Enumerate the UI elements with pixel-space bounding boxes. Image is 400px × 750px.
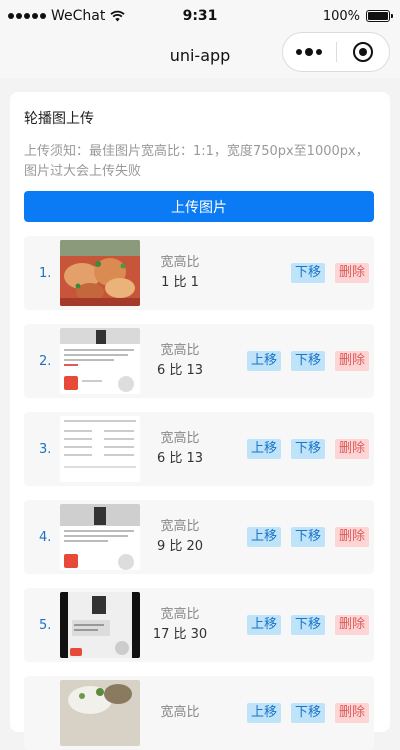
ratio-value: 9 比 20 xyxy=(156,539,204,554)
list-item: 宽高比 上移 下移 删除 xyxy=(24,676,374,750)
item-ratio: 宽高比 9 比 20 xyxy=(140,517,220,557)
item-index: 2. xyxy=(39,353,52,369)
ratio-value: 6 比 13 xyxy=(156,363,204,378)
item-ratio: 宽高比 1 比 1 xyxy=(140,253,220,293)
item-actions: 上移 下移 删除 xyxy=(246,703,369,723)
upload-notice: 上传须知：最佳图片宽高比：1:1，宽度750px至1000px，图片过大会上传失… xyxy=(24,144,369,179)
move-down-button[interactable]: 下移 xyxy=(290,527,325,547)
signal-icon xyxy=(8,13,46,19)
more-button[interactable] xyxy=(283,33,336,71)
ratio-value: 1 比 1 xyxy=(161,275,199,290)
item-thumbnail[interactable] xyxy=(60,592,140,658)
list-item: 3. 宽高比 6 比 13 上移 下移 删除 xyxy=(24,412,374,486)
close-target-icon xyxy=(352,42,373,62)
move-down-button[interactable]: 下移 xyxy=(290,703,325,723)
carrier-label: WeChat xyxy=(51,8,106,24)
delete-button[interactable]: 删除 xyxy=(334,703,369,723)
wifi-icon xyxy=(110,10,125,22)
move-up-button[interactable]: 上移 xyxy=(246,703,281,723)
ratio-value: 17 比 30 xyxy=(152,627,208,642)
move-down-button[interactable]: 下移 xyxy=(290,351,325,371)
upload-image-button[interactable]: 上传图片 xyxy=(24,191,374,222)
delete-button[interactable]: 删除 xyxy=(334,615,369,635)
list-item: 4. 宽高比 9 比 20 上移 下移 删除 xyxy=(24,500,374,574)
move-up-button[interactable]: 上移 xyxy=(246,439,281,459)
item-thumbnail[interactable] xyxy=(60,680,140,746)
item-actions: 下移 删除 xyxy=(290,263,369,283)
delete-button[interactable]: 删除 xyxy=(334,351,369,371)
battery-fill xyxy=(368,12,388,20)
item-index: 5. xyxy=(39,617,52,633)
ratio-label: 宽高比 xyxy=(160,705,200,720)
item-ratio: 宽高比 6 比 13 xyxy=(140,429,220,469)
item-thumbnail[interactable] xyxy=(60,328,140,394)
item-index: 3. xyxy=(39,441,52,457)
status-bar: WeChat 9:31 100% xyxy=(0,0,400,32)
status-right: 100% xyxy=(322,8,393,24)
ratio-label: 宽高比 xyxy=(160,607,200,622)
item-ratio: 宽高比 6 比 13 xyxy=(140,341,220,381)
item-index: 1. xyxy=(39,265,52,281)
move-up-button[interactable]: 上移 xyxy=(246,527,281,547)
mini-program-capsule xyxy=(282,32,390,72)
move-down-button[interactable]: 下移 xyxy=(290,615,325,635)
list-item: 5. 宽高比 17 比 30 上移 下移 删除 xyxy=(24,588,374,662)
delete-button[interactable]: 删除 xyxy=(334,527,369,547)
item-actions: 上移 下移 删除 xyxy=(246,527,369,547)
item-thumbnail[interactable] xyxy=(60,504,140,570)
move-down-button[interactable]: 下移 xyxy=(290,439,325,459)
item-actions: 上移 下移 删除 xyxy=(246,439,369,459)
ratio-label: 宽高比 xyxy=(160,431,200,446)
upload-card: 轮播图上传 上传须知：最佳图片宽高比：1:1，宽度750px至1000px，图片… xyxy=(10,92,390,750)
move-down-button[interactable]: 下移 xyxy=(290,263,325,283)
item-ratio: 宽高比 17 比 30 xyxy=(140,605,220,645)
item-thumbnail[interactable] xyxy=(60,416,140,482)
image-list: 1. 宽高比 1 比 1 下移 删除 2. 宽高比 6 比 13 上移 下移 删… xyxy=(24,236,376,750)
ratio-label: 宽高比 xyxy=(160,343,200,358)
list-item: 2. 宽高比 6 比 13 上移 下移 删除 xyxy=(24,324,374,398)
battery-icon xyxy=(366,10,393,22)
ratio-label: 宽高比 xyxy=(160,255,200,270)
status-left: WeChat xyxy=(8,8,125,24)
battery-percent: 100% xyxy=(322,8,360,24)
ratio-value: 6 比 13 xyxy=(156,451,204,466)
item-actions: 上移 下移 删除 xyxy=(246,351,369,371)
delete-button[interactable]: 删除 xyxy=(334,439,369,459)
ratio-label: 宽高比 xyxy=(160,519,200,534)
list-item: 1. 宽高比 1 比 1 下移 删除 xyxy=(24,236,374,310)
page-title: uni-app xyxy=(169,45,231,65)
item-actions: 上移 下移 删除 xyxy=(246,615,369,635)
item-thumbnail[interactable] xyxy=(60,240,140,306)
item-index: 4. xyxy=(39,529,52,545)
card-title: 轮播图上传 xyxy=(24,111,94,127)
close-button[interactable] xyxy=(337,33,390,71)
more-dots-icon xyxy=(296,47,323,56)
nav-bar: uni-app xyxy=(0,32,400,78)
delete-button[interactable]: 删除 xyxy=(334,263,369,283)
move-up-button[interactable]: 上移 xyxy=(246,615,281,635)
move-up-button[interactable]: 上移 xyxy=(246,351,281,371)
item-ratio: 宽高比 xyxy=(140,703,220,723)
